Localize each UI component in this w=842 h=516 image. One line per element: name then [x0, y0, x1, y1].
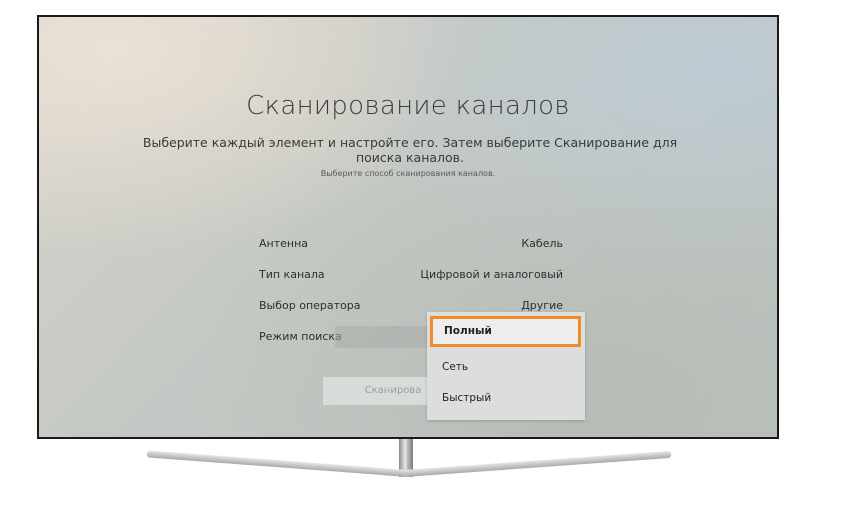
- setting-value: Другие: [521, 299, 563, 312]
- dropdown-option-full[interactable]: Полный: [430, 316, 581, 347]
- option-label: Быстрый: [442, 392, 492, 404]
- page-hint: Выберите способ сканирования каналов.: [320, 169, 496, 178]
- page-subtitle: Выберите каждый элемент и настройте его.…: [142, 135, 678, 165]
- setting-label: Тип канала: [259, 268, 325, 281]
- search-mode-dropdown[interactable]: Полный Сеть Быстрый: [427, 312, 585, 420]
- tv-brand-mark: [397, 433, 417, 437]
- tv-stand-leg-left: [146, 450, 409, 477]
- setting-row-antenna[interactable]: Антенна Кабель: [259, 233, 563, 255]
- setting-row-channel-type[interactable]: Тип канала Цифровой и аналоговый: [259, 264, 563, 286]
- tv-screen: Сканирование каналов Выберите каждый эле…: [39, 17, 777, 437]
- setting-label: Выбор оператора: [259, 299, 361, 312]
- tv-stand-leg-right: [403, 450, 672, 477]
- setting-value: Цифровой и аналоговый: [420, 268, 563, 281]
- option-label: Полный: [444, 325, 492, 337]
- page-title: Сканирование каналов: [246, 91, 570, 121]
- setting-label: Антенна: [259, 237, 309, 250]
- dropdown-option-quick[interactable]: Быстрый: [427, 384, 585, 414]
- setting-label: Режим поиска: [259, 330, 342, 343]
- dropdown-option-network[interactable]: Сеть: [427, 353, 585, 383]
- option-label: Сеть: [442, 361, 469, 373]
- setting-value: Кабель: [521, 237, 563, 250]
- tv-bezel: Сканирование каналов Выберите каждый эле…: [37, 15, 779, 439]
